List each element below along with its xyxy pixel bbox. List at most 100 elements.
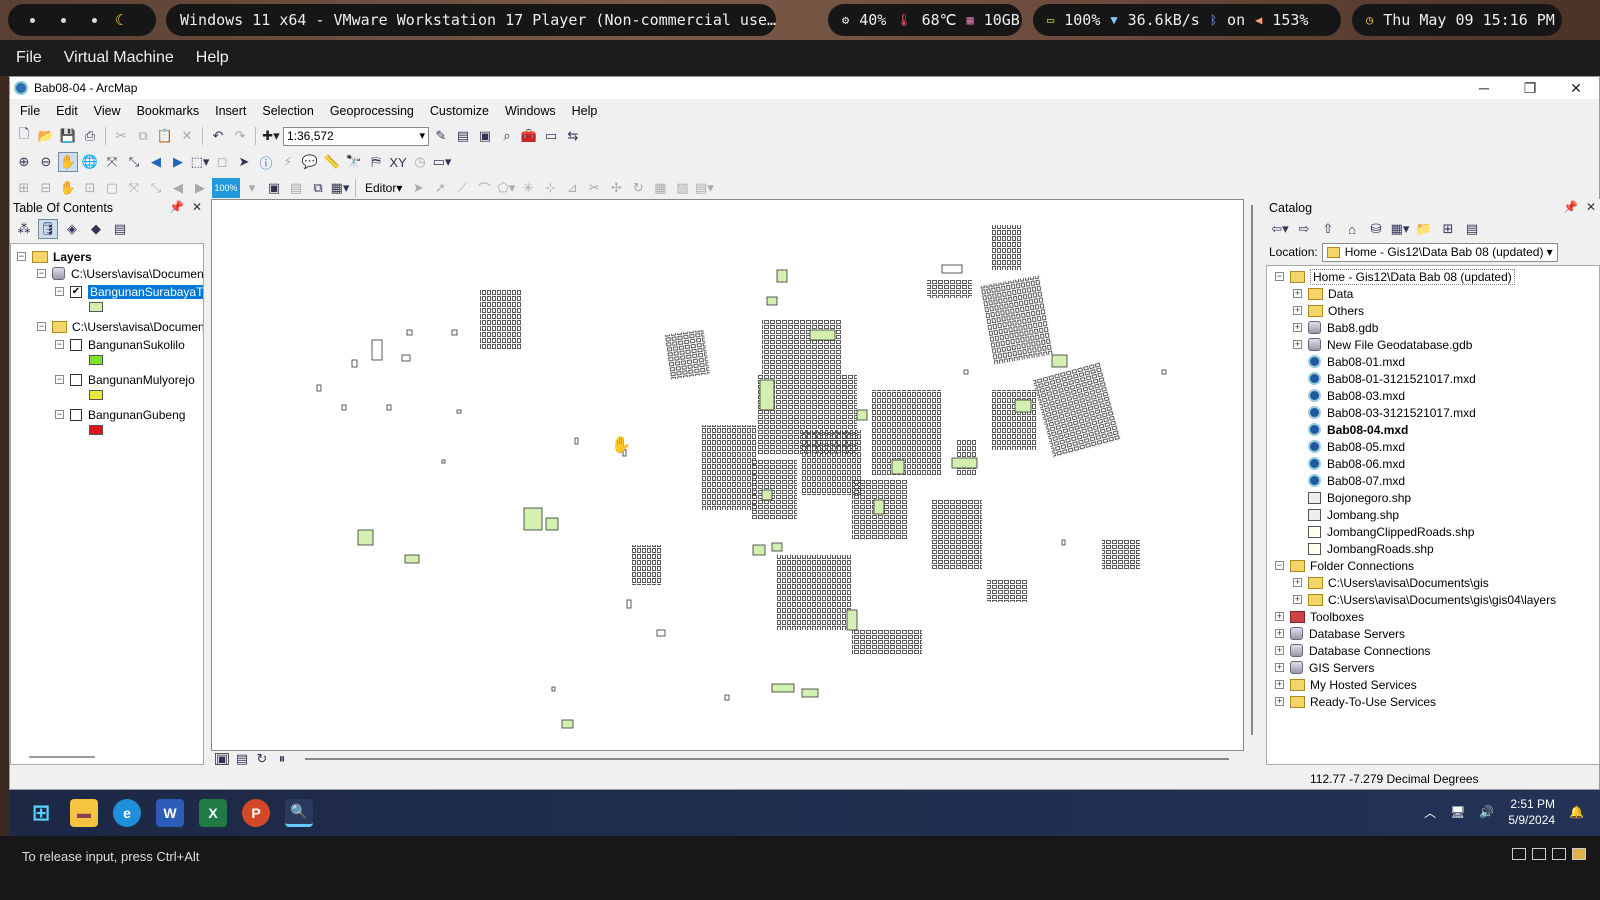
catalog-toolboxes[interactable]: + Toolboxes: [1275, 608, 1364, 625]
georef-icon-8[interactable]: ◀: [168, 178, 188, 198]
refresh-icon[interactable]: ↻: [255, 751, 269, 766]
layout-icon-3[interactable]: ⧉: [308, 178, 328, 198]
catalog-item[interactable]: Bab08-06.mxd: [1308, 455, 1405, 472]
start-windows-icon[interactable]: ⊞: [27, 799, 55, 827]
close-toc-icon[interactable]: ✕: [192, 200, 202, 214]
zoom-in-icon[interactable]: ⊕: [14, 152, 34, 172]
georef-icon-6[interactable]: ⤧: [124, 178, 144, 198]
edit-vertices-icon[interactable]: ⊹: [540, 178, 560, 198]
georef-icon-3[interactable]: ✋: [58, 178, 78, 198]
editor-toolbar-icon[interactable]: ✎: [431, 126, 451, 146]
undo-icon[interactable]: ↶: [208, 126, 228, 146]
layout-icon-1[interactable]: ▣: [264, 178, 284, 198]
add-data-icon[interactable]: ✚▾: [261, 126, 281, 146]
open-folder-icon[interactable]: 📂: [36, 126, 56, 146]
forward-icon[interactable]: ⇨: [1294, 219, 1314, 239]
toc-layer-surabaya[interactable]: − ✔ BangunanSurabayaTi: [55, 283, 203, 300]
catalog-item[interactable]: + New File Geodatabase.gdb: [1293, 336, 1472, 353]
map-horizontal-scrollbar[interactable]: [305, 758, 1229, 760]
find-route-icon[interactable]: ⛿: [366, 152, 386, 172]
excel-icon[interactable]: X: [199, 799, 227, 827]
catalog-window-icon[interactable]: ▣: [475, 126, 495, 146]
search-window-icon[interactable]: ⌕: [497, 126, 517, 146]
network-icon[interactable]: 🖥: [1450, 805, 1465, 819]
arctoolbox-icon[interactable]: 🧰: [519, 126, 539, 146]
file-explorer-icon[interactable]: ▬: [70, 799, 98, 827]
show-hidden-icons-icon[interactable]: ︿: [1424, 804, 1436, 821]
layout-icon-4[interactable]: ▦▾: [330, 178, 350, 198]
select-features-icon[interactable]: ⬚▾: [190, 152, 210, 172]
catalog-database-connections[interactable]: + Database Connections: [1275, 642, 1430, 659]
layout-icon-2[interactable]: ▤: [286, 178, 306, 198]
layer-visibility-checkbox[interactable]: [70, 408, 82, 421]
map-view[interactable]: ✋: [211, 199, 1244, 751]
full-extent-icon[interactable]: 🌐: [80, 152, 100, 172]
map-scale-dropdown[interactable]: 1:36,572: [283, 126, 429, 146]
paste-icon[interactable]: 📋: [155, 126, 175, 146]
time-slider-icon[interactable]: ◷: [410, 152, 430, 172]
back-icon[interactable]: ⇦▾: [1270, 219, 1290, 239]
html-popup-icon[interactable]: 💬: [300, 152, 320, 172]
powerpoint-icon[interactable]: P: [242, 799, 270, 827]
list-by-source-icon[interactable]: 🛢: [38, 219, 58, 239]
catalog-item-current[interactable]: Bab08-04.mxd: [1308, 421, 1408, 438]
catalog-item[interactable]: + Data: [1293, 285, 1353, 302]
toggle-tree-icon[interactable]: ⊞: [1438, 219, 1458, 239]
split-icon[interactable]: ✢: [606, 178, 626, 198]
clear-selection-icon[interactable]: ◻: [212, 152, 232, 172]
viewer-window-icon[interactable]: ▭▾: [432, 152, 452, 172]
toc-group-2[interactable]: − C:\Users\avisa\Documen: [37, 318, 203, 335]
georef-icon-9[interactable]: ▶: [190, 178, 210, 198]
notifications-icon[interactable]: 🔔: [1569, 805, 1584, 819]
toc-layer-gubeng[interactable]: − BangunanGubeng: [55, 406, 185, 423]
catalog-item[interactable]: Bab08-03-3121521017.mxd: [1308, 404, 1476, 421]
georef-icon-7[interactable]: ⤡: [146, 178, 166, 198]
close-catalog-icon[interactable]: ✕: [1586, 200, 1596, 214]
layout-view-icon[interactable]: ▤: [235, 751, 249, 766]
copy-icon[interactable]: ⧉: [133, 126, 153, 146]
toc-layer-sukolilo[interactable]: − BangunanSukolilo: [55, 336, 185, 353]
attributes-icon[interactable]: ▦: [650, 178, 670, 198]
editor-menu[interactable]: Editor▾: [365, 181, 402, 195]
toc-root-layers[interactable]: − Layers: [17, 248, 92, 265]
catalog-folder-connections[interactable]: − Folder Connections: [1275, 557, 1414, 574]
menu-help[interactable]: Help: [564, 104, 606, 118]
toc-scrollbar[interactable]: [29, 756, 95, 758]
end-point-arc-icon[interactable]: ⌒: [474, 178, 494, 198]
list-by-drawing-order-icon[interactable]: ⁂: [14, 219, 34, 239]
straight-segment-icon[interactable]: ⟋: [452, 178, 472, 198]
toc-window-icon[interactable]: ▤: [453, 126, 473, 146]
home-icon[interactable]: ⌂: [1342, 219, 1362, 239]
catalog-item[interactable]: Bab08-07.mxd: [1308, 472, 1405, 489]
forward-extent-icon[interactable]: ▶: [168, 152, 188, 172]
catalog-item[interactable]: Bab08-03.mxd: [1308, 387, 1405, 404]
cut-icon[interactable]: ✂: [111, 126, 131, 146]
python-window-icon[interactable]: ▭: [541, 126, 561, 146]
catalog-hosted-services[interactable]: + My Hosted Services: [1275, 676, 1417, 693]
sketch-properties-icon[interactable]: ▨: [672, 178, 692, 198]
taskbar-clock[interactable]: 2:51 PM 5/9/2024: [1508, 796, 1555, 828]
vm-menu-virtual-machine[interactable]: Virtual Machine: [64, 49, 174, 67]
restore-button[interactable]: ❐: [1507, 77, 1553, 99]
map-vertical-scrollbar[interactable]: [1247, 199, 1259, 751]
pause-drawing-icon[interactable]: ⏸: [275, 751, 289, 766]
toc-group-1[interactable]: − C:\Users\avisa\Documen: [37, 265, 203, 282]
georef-icon-5[interactable]: ▢: [102, 178, 122, 198]
default-gdb-icon[interactable]: ⛁: [1366, 219, 1386, 239]
cut-polygons-icon[interactable]: ✂: [584, 178, 604, 198]
georef-icon-2[interactable]: ⊟: [36, 178, 56, 198]
menu-bookmarks[interactable]: Bookmarks: [129, 104, 208, 118]
list-by-selection-icon[interactable]: ◆: [86, 219, 106, 239]
fixed-zoom-out-icon[interactable]: ⤡: [124, 152, 144, 172]
redo-icon[interactable]: ↷: [230, 126, 250, 146]
catalog-ready-services[interactable]: + Ready-To-Use Services: [1275, 693, 1436, 710]
edit-tool-icon[interactable]: ➤: [408, 178, 428, 198]
workspace-indicator[interactable]: ☾: [8, 4, 156, 36]
create-features-icon[interactable]: ▤▾: [694, 178, 714, 198]
catalog-gis-servers[interactable]: + GIS Servers: [1275, 659, 1374, 676]
catalog-item[interactable]: Jombang.shp: [1308, 506, 1399, 523]
toc-layer-mulyorejo[interactable]: − BangunanMulyorejo: [55, 371, 195, 388]
find-icon[interactable]: 🔭: [344, 152, 364, 172]
list-by-visibility-icon[interactable]: ◈: [62, 219, 82, 239]
connect-folder-icon[interactable]: 📁: [1414, 219, 1434, 239]
